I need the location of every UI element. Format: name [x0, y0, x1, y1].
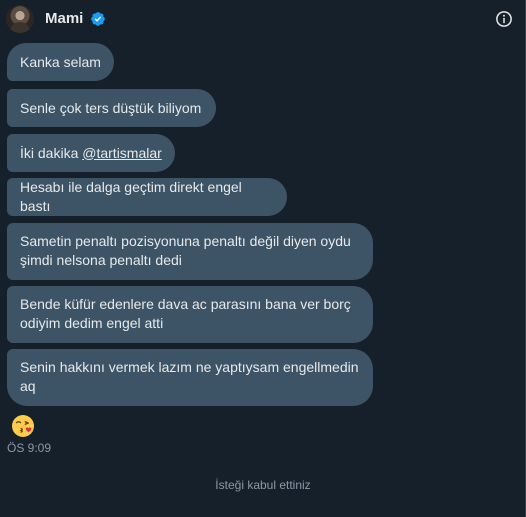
- message-bubble[interactable]: Hesabı ile dalga geçtim direkt engel bas…: [7, 178, 287, 216]
- message-text: Hesabı ile dalga geçtim direkt engel bas…: [20, 179, 242, 214]
- message-timestamp: ÖS 9:09: [7, 441, 52, 455]
- message-text: Kanka selam: [20, 53, 101, 70]
- message-bubble[interactable]: Senin hakkını vermek lazım ne yaptıysam …: [7, 349, 373, 406]
- request-accepted-note: İsteği kabul ettiniz: [215, 478, 311, 492]
- message-text-line: Sametin penaltı pozisyonuna penaltı deği…: [20, 233, 351, 249]
- message-bubble[interactable]: Sametin penaltı pozisyonuna penaltı deği…: [7, 223, 373, 280]
- message-text-line: odiyim dedim engel atti: [20, 315, 164, 331]
- mention-link[interactable]: @tartismalar: [82, 145, 162, 161]
- info-icon[interactable]: [495, 10, 513, 28]
- conversation-header: Mami: [0, 0, 526, 38]
- message-text: İki dakika @tartismalar: [20, 144, 162, 163]
- message-text-line: Bende küfür edenlere dava ac parasını ba…: [20, 296, 351, 312]
- message-text: Senle çok ters düştük biliyom: [20, 99, 202, 116]
- message-bubble[interactable]: Kanka selam: [7, 43, 114, 81]
- message-bubble[interactable]: İki dakika @tartismalar: [7, 134, 175, 172]
- message-text-prefix: İki dakika: [20, 144, 83, 161]
- message-bubble[interactable]: Bende küfür edenlere dava ac parasını ba…: [7, 286, 373, 343]
- message-text-line: şimdi nelsona penaltı dedi: [20, 252, 182, 268]
- dm-conversation: Mami Kanka selam Senle çok ters düştük b…: [0, 0, 526, 517]
- verified-badge-icon: [91, 12, 105, 26]
- message-bubble[interactable]: Senle çok ters düştük biliyom: [7, 89, 216, 127]
- avatar[interactable]: [6, 5, 34, 33]
- contact-name[interactable]: Mami: [45, 9, 83, 29]
- face-blowing-kiss-emoji[interactable]: [11, 414, 35, 438]
- message-text-line: aq: [20, 378, 36, 394]
- message-text-line: Senin hakkını vermek lazım ne yaptıysam …: [20, 359, 359, 375]
